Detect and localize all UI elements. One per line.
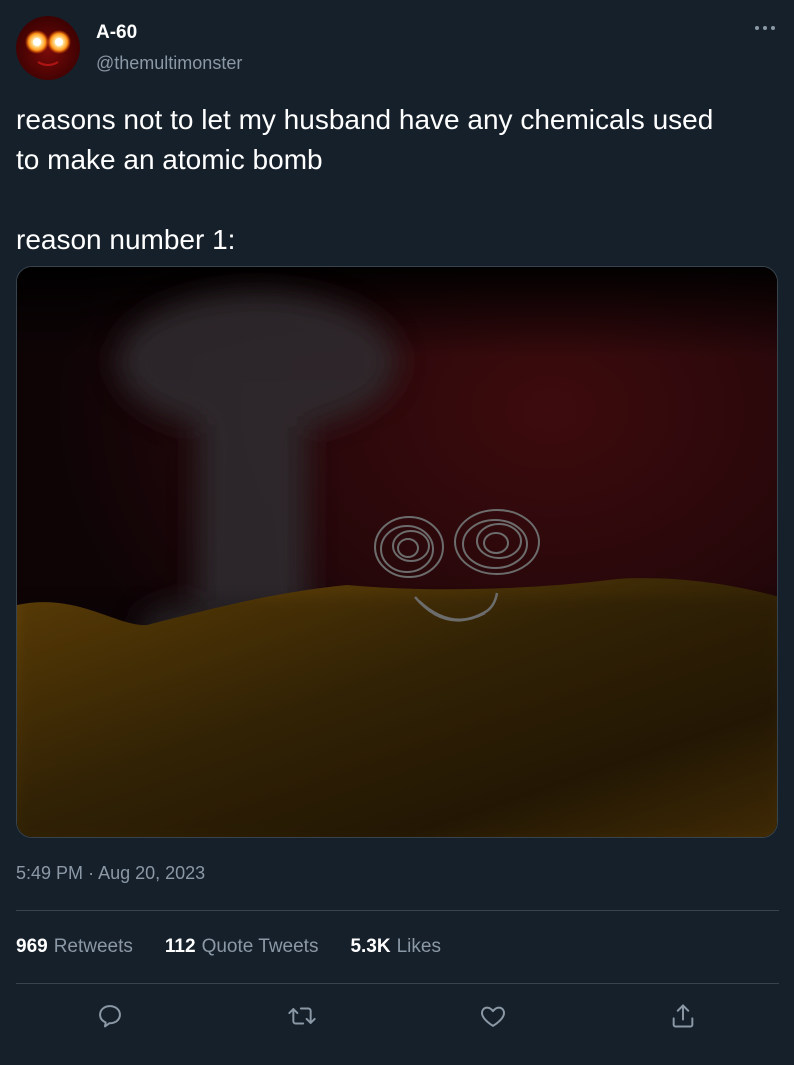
likes-label: Likes	[396, 936, 441, 957]
divider	[16, 983, 779, 984]
tweet-text-line: reason number 1:	[16, 224, 236, 255]
divider	[16, 910, 779, 911]
red-glowing-eyes-monster-avatar-icon	[25, 30, 71, 66]
more-options-button[interactable]	[750, 16, 780, 40]
more-icon	[755, 26, 775, 30]
tweet-text: reasons not to let my husband have any c…	[16, 100, 786, 260]
heart-icon	[481, 1006, 505, 1027]
quote-tweets-stat[interactable]: 112 Quote Tweets	[165, 936, 319, 958]
author-handle[interactable]: @themultimonster	[96, 53, 242, 74]
retweets-label: Retweets	[53, 936, 133, 957]
tweet-card: A-60 @themultimonster reasons not to let…	[0, 0, 794, 1065]
tweet-media-image[interactable]	[16, 266, 778, 838]
attached-drawing-image	[17, 267, 777, 837]
author-name[interactable]: A-60	[96, 22, 137, 44]
quote-tweets-count: 112	[164, 936, 196, 957]
tweet-actions	[0, 996, 794, 1036]
timestamp-separator: ·	[88, 863, 99, 883]
retweets-stat[interactable]: 969 Retweets	[16, 936, 133, 958]
tweet-time-link[interactable]: 5:49 PM	[16, 863, 83, 883]
reply-icon	[99, 1005, 121, 1028]
quote-tweets-label: Quote Tweets	[201, 936, 319, 957]
retweet-button[interactable]	[282, 996, 322, 1036]
tweet-text-line: reasons not to let my husband have any c…	[16, 104, 714, 135]
tweet-date-link[interactable]: Aug 20, 2023	[98, 863, 205, 883]
author-avatar[interactable]	[16, 16, 80, 80]
likes-stat[interactable]: 5.3K Likes	[350, 936, 441, 958]
reply-button[interactable]	[90, 996, 130, 1036]
share-icon	[672, 1004, 694, 1028]
tweet-timestamp: 5:49 PM · Aug 20, 2023	[16, 863, 205, 884]
retweets-count: 969	[16, 936, 48, 957]
tweet-stats: 969 Retweets 112 Quote Tweets 5.3K Likes	[16, 934, 473, 960]
tweet-text-line: to make an atomic bomb	[16, 144, 323, 175]
like-button[interactable]	[473, 996, 513, 1036]
likes-count: 5.3K	[350, 936, 391, 957]
share-button[interactable]	[663, 996, 703, 1036]
retweet-icon	[288, 1007, 316, 1025]
